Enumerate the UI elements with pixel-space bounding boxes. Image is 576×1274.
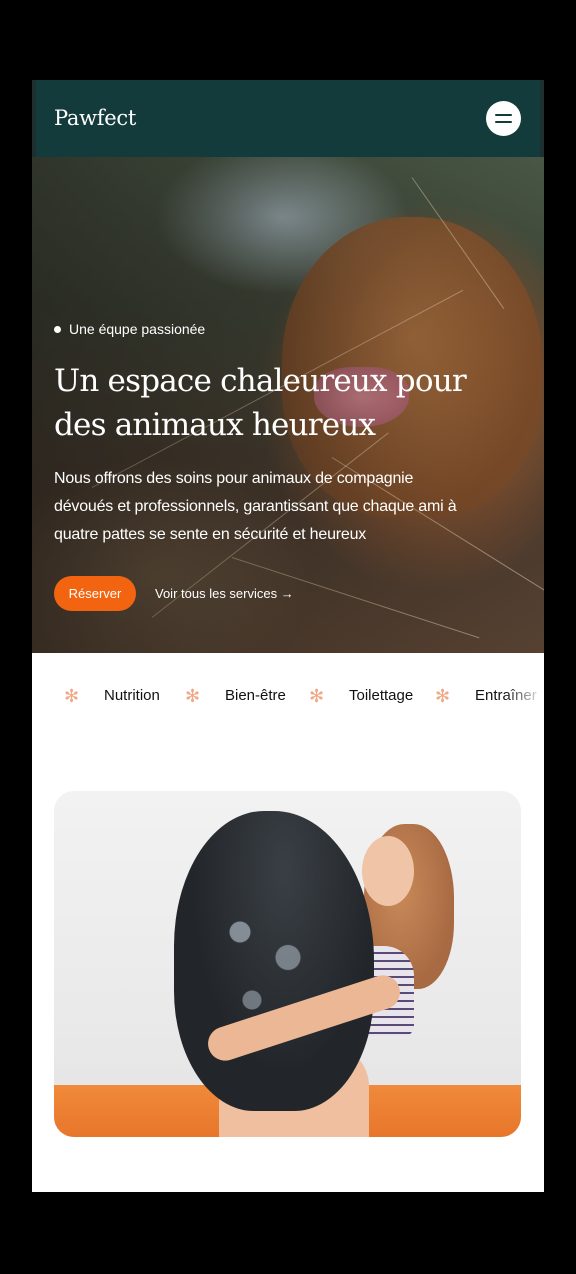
marquee-item-bien-etre: Bien-être [225,687,286,704]
marquee-item-nutrition: Nutrition [104,687,160,704]
logo[interactable]: Pawfect [54,106,136,130]
marquee-fade-right [504,680,544,716]
hero-tagline-text: Une équpe passionée [69,321,206,337]
services-marquee: ✻ Nutrition ✻ Bien-être ✻ Toilettage ✻ E… [32,680,544,716]
app-screen: Pawfect Une équpe passionée Un espace ch… [32,80,544,1192]
marquee-fade-left [32,680,50,716]
bullet-dot-icon [54,326,61,333]
hero-section: Une équpe passionée Un espace chaleureux… [32,157,544,653]
hero-title: Un espace chaleureux pour des animaux he… [54,363,467,443]
asterisk-flower-icon: ✻ [435,686,451,706]
asterisk-flower-icon: ✻ [309,686,325,706]
site-header: Pawfect [32,80,544,157]
asterisk-flower-icon: ✻ [185,686,201,706]
girl-face [362,836,414,906]
marquee-item-toilettage: Toilettage [349,687,414,704]
reserve-button[interactable]: Réserver [54,576,136,611]
girl-hugging-dog-photo [54,791,521,1137]
hero-tagline: Une équpe passionée [54,321,205,337]
view-services-link[interactable]: Voir tous les services → [155,586,294,601]
hero-description: Nous offrons des soins pour animaux de c… [54,470,457,543]
menu-button[interactable] [486,101,521,136]
asterisk-flower-icon: ✻ [64,686,80,706]
